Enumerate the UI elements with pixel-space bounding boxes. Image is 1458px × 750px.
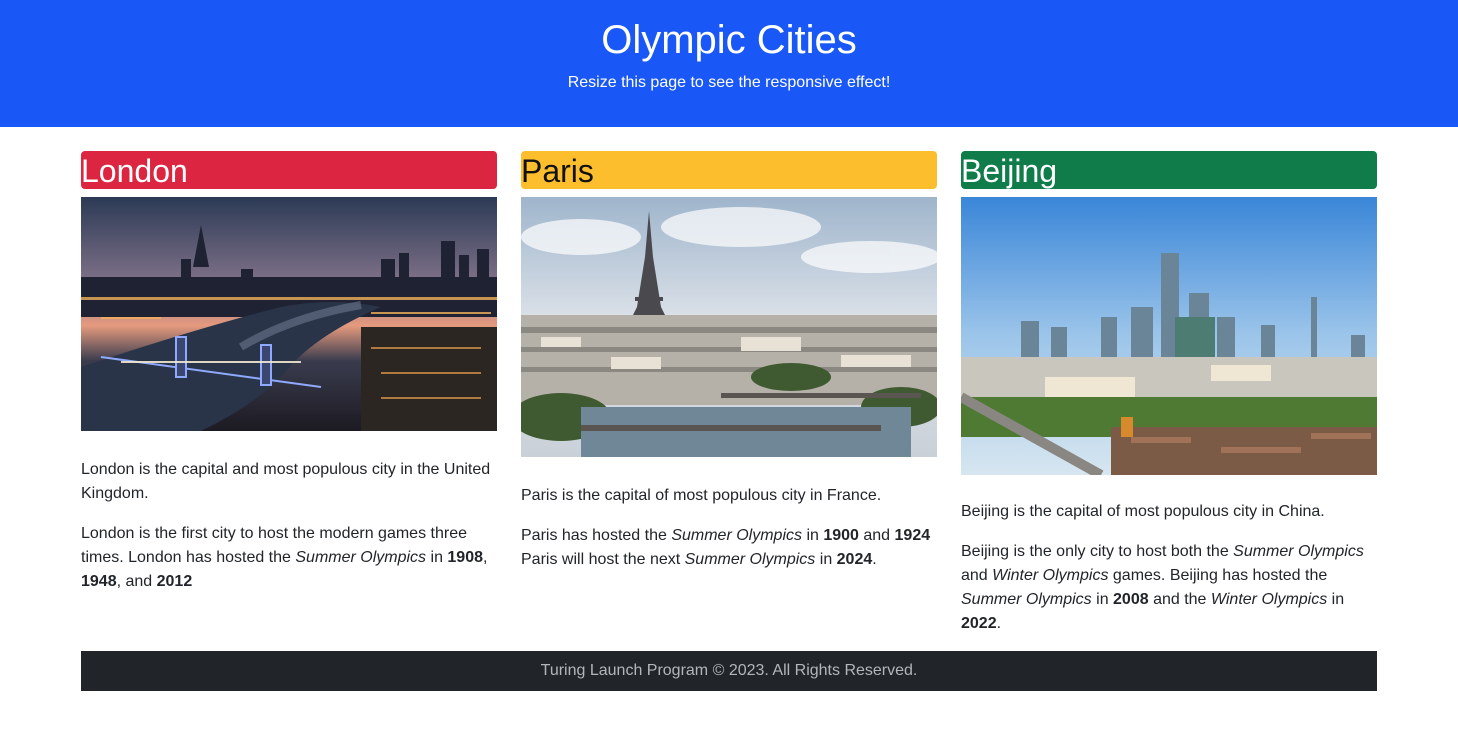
paris-description: Paris is the capital of most populous ci… <box>521 484 937 572</box>
text-fragment: games. Beijing has hosted the <box>1108 567 1328 584</box>
text-fragment: in <box>426 549 448 566</box>
city-title-london: London <box>81 151 497 189</box>
year: 1900 <box>823 527 859 544</box>
text-fragment: in <box>1327 591 1345 608</box>
text-fragment: , and <box>116 573 157 590</box>
text-fragment: and <box>961 567 993 584</box>
text-fragment: and the <box>1148 591 1211 608</box>
text-fragment: in <box>815 551 837 568</box>
paris-paragraph-2: Paris has hosted the Summer Olympics in … <box>521 524 937 572</box>
text-fragment: Paris will host the next <box>521 551 685 568</box>
page-title: Olympic Cities <box>601 18 857 62</box>
event-name: Summer Olympics <box>961 591 1092 608</box>
year: 2012 <box>156 573 193 590</box>
year: 2008 <box>1113 591 1149 608</box>
event-name: Summer Olympics <box>1233 543 1364 560</box>
london-description: London is the capital and most populous … <box>81 458 497 594</box>
beijing-paragraph-2: Beijing is the only city to host both th… <box>961 540 1377 636</box>
city-card-paris: Paris Paris is the capital of most popul… <box>521 151 937 652</box>
text-fragment: in <box>1091 591 1114 608</box>
london-paragraph-1: London is the capital and most populous … <box>81 461 491 502</box>
london-paragraph-2: London is the first city to host the mod… <box>81 522 497 594</box>
paris-photo <box>521 197 937 457</box>
london-photo <box>81 197 497 431</box>
text-fragment: and <box>858 527 895 544</box>
page-header: Olympic Cities Resize this page to see t… <box>0 0 1458 127</box>
paris-paragraph-1: Paris is the capital of most populous ci… <box>521 487 882 504</box>
city-card-beijing: Beijing Beijing is the capital of most p… <box>961 151 1377 652</box>
cities-row: London London is the capital and most po… <box>81 151 1377 652</box>
beijing-description: Beijing is the capital of most populous … <box>961 500 1377 636</box>
beijing-photo <box>961 197 1377 475</box>
text-fragment: . <box>996 615 1002 632</box>
text-fragment: , <box>483 549 488 566</box>
text-fragment: . <box>872 551 877 568</box>
event-name: Summer Olympics <box>295 549 427 566</box>
city-title-beijing: Beijing <box>961 151 1377 189</box>
year: 1948 <box>81 573 117 590</box>
event-name: Summer Olympics <box>671 527 802 544</box>
event-name: Winter Olympics <box>992 567 1109 584</box>
text-fragment: in <box>802 527 824 544</box>
year: 1908 <box>447 549 483 566</box>
year: 2024 <box>836 551 873 568</box>
cities-container: London London is the capital and most po… <box>81 151 1377 652</box>
page-subtitle: Resize this page to see the responsive e… <box>567 74 891 91</box>
text-fragment: Paris has hosted the <box>521 527 672 544</box>
beijing-paragraph-1: Beijing is the capital of most populous … <box>961 503 1325 520</box>
event-name: Winter Olympics <box>1210 591 1328 608</box>
footer-text: Turing Launch Program © 2023. All Rights… <box>540 662 918 679</box>
page-footer: Turing Launch Program © 2023. All Rights… <box>81 651 1377 691</box>
year: 1924 <box>894 527 931 544</box>
year: 2022 <box>961 615 997 632</box>
city-card-london: London London is the capital and most po… <box>81 151 497 652</box>
event-name: Summer Olympics <box>684 551 816 568</box>
text-fragment: Beijing is the only city to host both th… <box>961 543 1234 560</box>
city-title-paris: Paris <box>521 151 937 189</box>
